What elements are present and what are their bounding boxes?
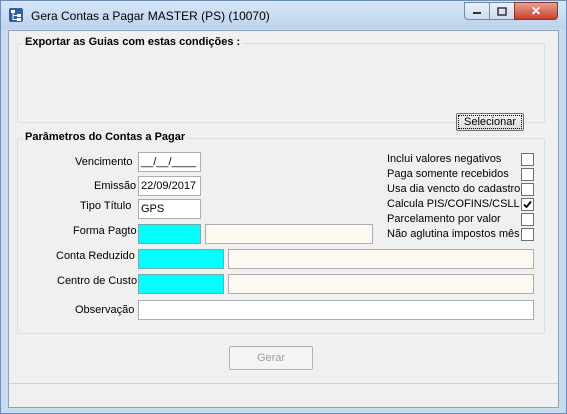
forma-pagto-code-input[interactable] [138,224,201,244]
vencimento-label: Vencimento [75,156,133,168]
option-checkbox[interactable] [521,198,534,211]
window: Gera Contas a Pagar MASTER (PS) (10070) … [0,0,567,414]
option-checkbox[interactable] [521,228,534,241]
option-checkbox[interactable] [521,153,534,166]
select-button[interactable]: Selecionar [456,113,524,131]
gerar-button-label: Gerar [256,352,286,364]
form-area: Exportar as Guias com estas condições : … [8,30,559,408]
checkmark-icon [523,200,532,209]
conta-reduzido-code-input[interactable] [138,249,224,269]
tipo-titulo-label: Tipo Título [80,200,132,212]
minimize-button[interactable] [464,2,490,20]
title-bar[interactable]: Gera Contas a Pagar MASTER (PS) (10070) … [1,1,566,29]
option-label: Inclui valores negativos [387,153,502,165]
conta-reduzido-label: Conta Reduzido [56,250,135,262]
vencimento-input[interactable]: __/__/____ [138,152,201,172]
close-button[interactable]: ✕ [514,2,558,20]
option-label: Calcula PIS/COFINS/CSLL [387,198,520,210]
option-label: Paga somente recebidos [387,168,509,180]
option-label: Não aglutina impostos mês [387,228,520,240]
app-tree-icon [9,8,23,22]
export-conditions-group: Exportar as Guias com estas condições : [17,36,545,123]
window-controls: ✕ [464,2,558,21]
option-label: Parcelamento por valor [387,213,501,225]
maximize-button[interactable] [489,2,515,20]
centro-custo-label: Centro de Custo [57,275,138,287]
close-icon: ✕ [530,4,542,18]
tipo-titulo-input[interactable]: GPS [138,199,201,219]
option-checkbox[interactable] [521,183,534,196]
centro-custo-code-input[interactable] [138,274,224,294]
option-label: Usa dia vencto do cadastro [387,183,521,195]
conta-reduzido-description [228,249,534,269]
forma-pagto-description [205,224,373,244]
minimize-icon [473,12,481,14]
window-title: Gera Contas a Pagar MASTER (PS) (10070) [31,9,270,23]
option-checkbox[interactable] [521,213,534,226]
option-checkbox[interactable] [521,168,534,181]
parameters-group-legend: Parâmetros do Contas a Pagar [23,131,188,143]
select-button-label: Selecionar [464,116,516,128]
observacao-input[interactable] [138,300,534,320]
centro-custo-description [228,274,534,294]
maximize-icon [497,6,507,16]
observacao-label: Observação [75,304,135,316]
emissao-label: Emissão [94,180,137,192]
emissao-input[interactable]: 22/09/2017 [138,176,201,196]
export-group-legend: Exportar as Guias com estas condições : [23,36,243,48]
status-bar [9,383,558,407]
forma-pagto-label: Forma Pagto [73,225,137,237]
gerar-button[interactable]: Gerar [229,346,313,370]
